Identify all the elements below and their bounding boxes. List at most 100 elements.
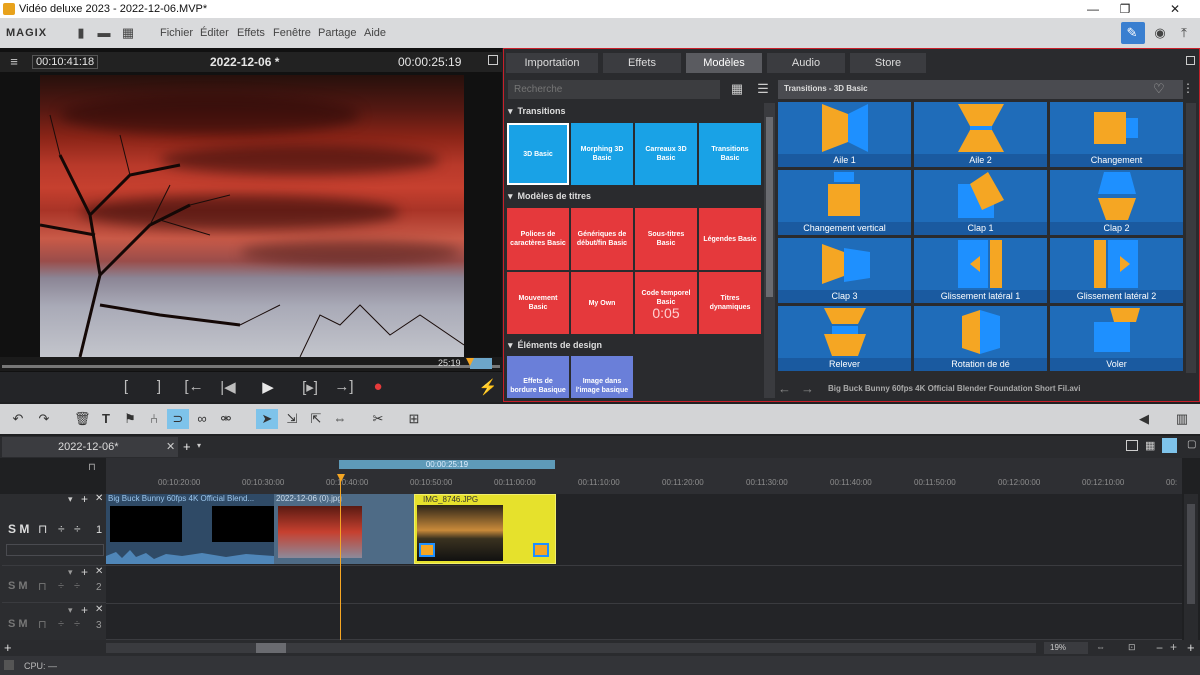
transition-changement[interactable]: Changement (1050, 102, 1183, 167)
open-folder-icon[interactable]: ▬ (96, 25, 112, 41)
track-volume-icon[interactable]: ÷ (74, 618, 80, 630)
track-lane-3[interactable] (106, 604, 1182, 640)
flash-icon[interactable]: ⚡ (476, 378, 500, 396)
grid-scrollbar[interactable] (1186, 103, 1196, 373)
sort-icon[interactable]: ☰ (755, 81, 771, 97)
menu-partage[interactable]: Partage (318, 27, 357, 39)
tile-polices[interactable]: Polices de caractères Basic (507, 208, 569, 270)
lock-icon[interactable]: ⊓ (88, 462, 96, 473)
transition-glissement-1[interactable]: Glissement latéral 1 (914, 238, 1047, 303)
delete-icon[interactable]: 🗑 (74, 411, 91, 427)
split-icon[interactable]: ⑃ (146, 411, 162, 427)
timeline-vscroll[interactable] (1184, 494, 1198, 640)
view-single-icon[interactable] (1126, 440, 1138, 451)
upload-icon[interactable]: ⤒ (1176, 25, 1192, 41)
remove-track-icon[interactable]: ✕ (95, 566, 103, 577)
view-storyboard-icon[interactable]: ▦ (1145, 439, 1155, 452)
solo-mute-controls[interactable]: S M (8, 618, 28, 630)
save-icon[interactable]: ▦ (120, 25, 136, 41)
transition-voler[interactable]: Voler (1050, 306, 1183, 371)
transition-changement-vertical[interactable]: Changement vertical (778, 170, 911, 235)
vscroll-thumb[interactable] (1187, 504, 1195, 604)
hscroll-thumb[interactable] (256, 643, 286, 653)
tile-my-own[interactable]: My Own (571, 272, 633, 334)
track-volume-icon[interactable]: ÷ (74, 580, 80, 592)
tile-code-temporel[interactable]: Code temporel Basic 0:05 (635, 272, 697, 334)
view-timeline-button[interactable] (1162, 438, 1177, 453)
tile-legendes[interactable]: Légendes Basic (699, 208, 761, 270)
maximize-button[interactable]: ❐ (1110, 1, 1140, 17)
tab-dropdown-icon[interactable]: ▾ (197, 441, 201, 450)
clip-sunset-photo[interactable]: 2022-12-06 (0).jpg (274, 494, 414, 564)
clip-img-8746[interactable]: IMG_8746.JPG (414, 494, 556, 564)
track-fx-icon[interactable]: ÷ (58, 618, 64, 630)
maximize-preview-icon[interactable] (488, 55, 498, 65)
section-transitions[interactable]: ▾ Transitions (508, 106, 566, 122)
hscroll-track[interactable] (106, 643, 1036, 653)
play-range-button[interactable]: [▸] (298, 378, 322, 396)
tile-3d-basic[interactable]: 3D Basic (507, 123, 569, 185)
insert-icon[interactable]: ⊞ (406, 411, 422, 427)
grid-view-icon[interactable]: ▦ (729, 81, 745, 97)
tab-importation[interactable]: Importation (506, 53, 598, 73)
tile-transitions-basic[interactable]: Transitions Basic (699, 123, 761, 185)
menu-fichier[interactable]: Fichier (160, 27, 193, 39)
tiles-scroll-thumb[interactable] (766, 117, 773, 297)
link-icon[interactable]: ∞ (194, 411, 210, 427)
go-to-in-button[interactable]: [← (182, 378, 206, 395)
playhead-marker[interactable] (466, 358, 474, 366)
tab-modeles[interactable]: Modèles (686, 53, 762, 73)
tile-generiques[interactable]: Génériques de début/fin Basic (571, 208, 633, 270)
range-select-icon[interactable]: ⇲ (284, 411, 300, 427)
expand-tracks-icon[interactable]: + (1187, 640, 1195, 655)
add-track-bottom-icon[interactable]: + (4, 640, 12, 655)
lock-track-icon[interactable]: ⊓ (38, 618, 47, 631)
minimize-button[interactable]: — (1078, 1, 1108, 17)
mixer-icon[interactable]: ▥ (1174, 411, 1190, 427)
add-track-icon[interactable]: + (81, 492, 88, 506)
timeline-maximize-icon[interactable]: ▢ (1187, 439, 1196, 450)
fit-all-icon[interactable]: ⊡ (1128, 642, 1136, 653)
track-dropdown-icon[interactable]: ▾ (68, 567, 73, 578)
play-button[interactable]: ▶ (256, 378, 280, 396)
track-fx-icon[interactable]: ÷ (58, 522, 65, 536)
transition-marker-icon[interactable] (533, 543, 549, 557)
add-tab-icon[interactable]: + (183, 439, 191, 454)
solo-mute-controls[interactable]: S M (8, 580, 28, 592)
unlink-icon[interactable]: ⚮ (218, 411, 234, 427)
go-to-start-button[interactable]: |◀ (216, 378, 240, 396)
transition-glissement-2[interactable]: Glissement latéral 2 (1050, 238, 1183, 303)
transition-marker-icon[interactable] (419, 543, 435, 557)
transition-clap-2[interactable]: Clap 2 (1050, 170, 1183, 235)
add-track-icon[interactable]: + (81, 603, 88, 617)
lock-track-icon[interactable]: ⊓ (38, 522, 47, 536)
speaker-icon[interactable]: ◀ (1136, 411, 1152, 427)
timecode-position[interactable]: 00:10:41:18 (32, 55, 99, 69)
transition-rotation-de[interactable]: Rotation de dé (914, 306, 1047, 371)
transition-clap-3[interactable]: Clap 3 (778, 238, 911, 303)
new-file-icon[interactable]: ▮ (73, 25, 89, 41)
search-input[interactable] (508, 80, 720, 99)
mark-in-button[interactable]: [ (114, 378, 138, 395)
fit-width-icon[interactable]: ⇔ (1096, 642, 1105, 652)
zoom-out-icon[interactable]: − (1156, 641, 1163, 655)
tab-effets[interactable]: Effets (603, 53, 681, 73)
timeline-ruler[interactable] (106, 458, 1182, 494)
hamburger-menu-icon[interactable]: ≡ (6, 54, 22, 70)
section-modeles-titres[interactable]: ▾ Modèles de titres (508, 191, 591, 207)
undo-icon[interactable]: ↶ (10, 411, 26, 427)
track-volume-slider[interactable] (6, 544, 104, 556)
preview-scrubber[interactable]: 25:19 (0, 357, 502, 371)
remove-track-icon[interactable]: ✕ (95, 604, 103, 615)
menu-editer[interactable]: Éditer (200, 27, 229, 39)
transition-relever[interactable]: Relever (778, 306, 911, 371)
tile-titres-dynamiques[interactable]: Titres dynamiques (699, 272, 761, 334)
cut-icon[interactable]: ✂ (370, 411, 386, 427)
redo-icon[interactable]: ↷ (36, 411, 52, 427)
track-dropdown-icon[interactable]: ▾ (68, 605, 73, 616)
tiles-scrollbar[interactable] (764, 103, 775, 398)
zoom-select[interactable]: 19% (1044, 642, 1088, 654)
tile-morphing-3d-basic[interactable]: Morphing 3D Basic (571, 123, 633, 185)
multi-select-icon[interactable]: ⇱ (308, 411, 324, 427)
lock-track-icon[interactable]: ⊓ (38, 580, 47, 593)
